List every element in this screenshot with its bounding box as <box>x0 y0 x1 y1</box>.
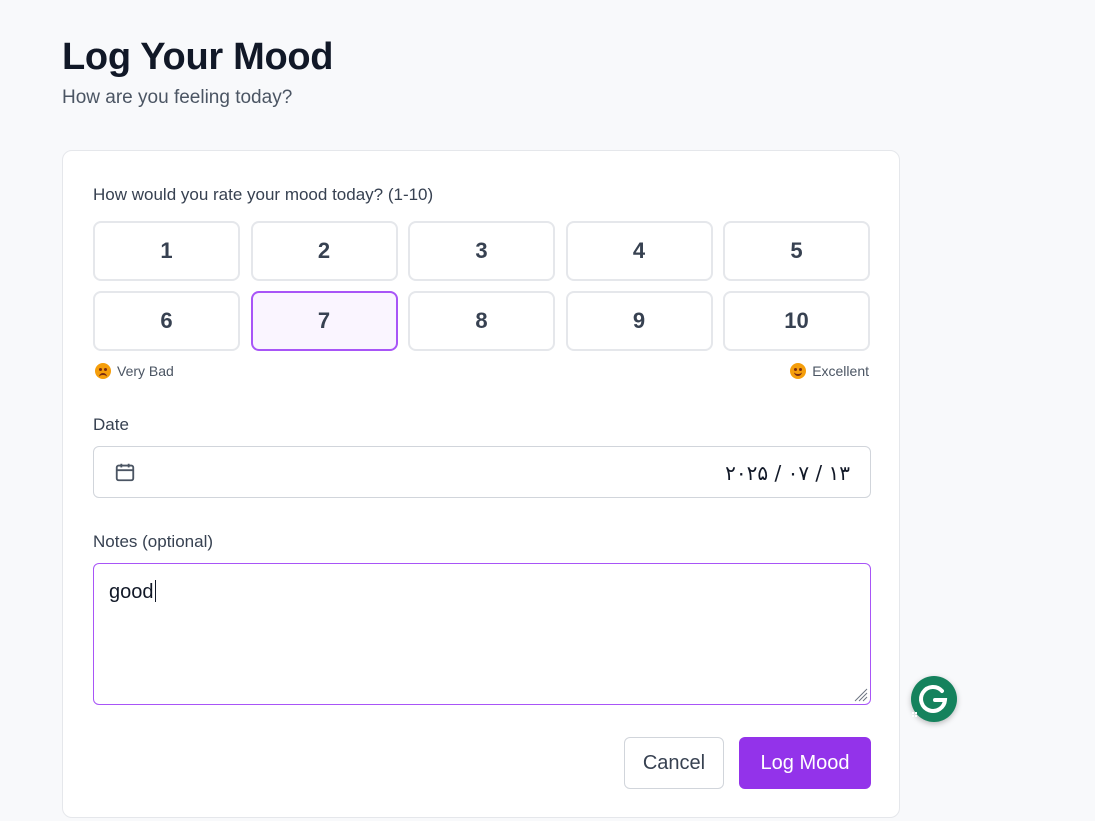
date-label: Date <box>93 415 129 434</box>
flushed-face-icon <box>95 363 111 379</box>
date-input[interactable]: ۲۰۲۵ / ۰۷ / ۱۳ <box>93 446 871 498</box>
rating-option-8[interactable]: 8 <box>408 291 555 351</box>
rating-option-2[interactable]: 2 <box>250 221 398 281</box>
page-subtitle: How are you feeling today? <box>62 87 293 108</box>
rating-option-3[interactable]: 3 <box>408 221 555 281</box>
notes-value: good <box>109 581 154 603</box>
rating-option-10[interactable]: 10 <box>723 291 870 351</box>
rating-option-6[interactable]: 6 <box>93 291 240 351</box>
mood-log-page: Log Your Mood How are you feeling today?… <box>0 0 1095 821</box>
rating-option-7[interactable]: 7 <box>250 291 398 351</box>
rating-option-1[interactable]: 1 <box>93 221 240 281</box>
rating-option-4[interactable]: 4 <box>565 221 713 281</box>
rating-option-5[interactable]: 5 <box>723 221 870 281</box>
scale-high-hint: Excellent <box>790 363 869 379</box>
notes-textarea[interactable]: good <box>93 563 871 705</box>
resize-handle-icon[interactable] <box>852 686 868 702</box>
notes-label: Notes (optional) <box>93 532 214 551</box>
cancel-button[interactable]: Cancel <box>624 737 724 789</box>
grammarly-button[interactable] <box>911 676 957 722</box>
rating-label: How would you rate your mood today? (1-1… <box>93 185 434 204</box>
date-value: ۲۰۲۵ / ۰۷ / ۱۳ <box>725 461 850 485</box>
rating-option-9[interactable]: 9 <box>565 291 713 351</box>
page-title: Log Your Mood <box>62 36 334 78</box>
smiling-face-icon <box>790 363 807 379</box>
rating-grid: 1 2 3 4 5 6 7 8 9 10 <box>93 221 871 351</box>
scale-high-label: Excellent <box>812 363 869 379</box>
scale-low-hint: Very Bad <box>95 363 174 379</box>
log-mood-button[interactable]: Log Mood <box>739 737 871 789</box>
grammarly-icon <box>912 685 948 717</box>
mood-form-card: How would you rate your mood today? (1-1… <box>62 150 900 818</box>
text-caret <box>154 580 156 602</box>
scale-low-label: Very Bad <box>117 363 174 379</box>
calendar-icon[interactable] <box>114 461 136 483</box>
